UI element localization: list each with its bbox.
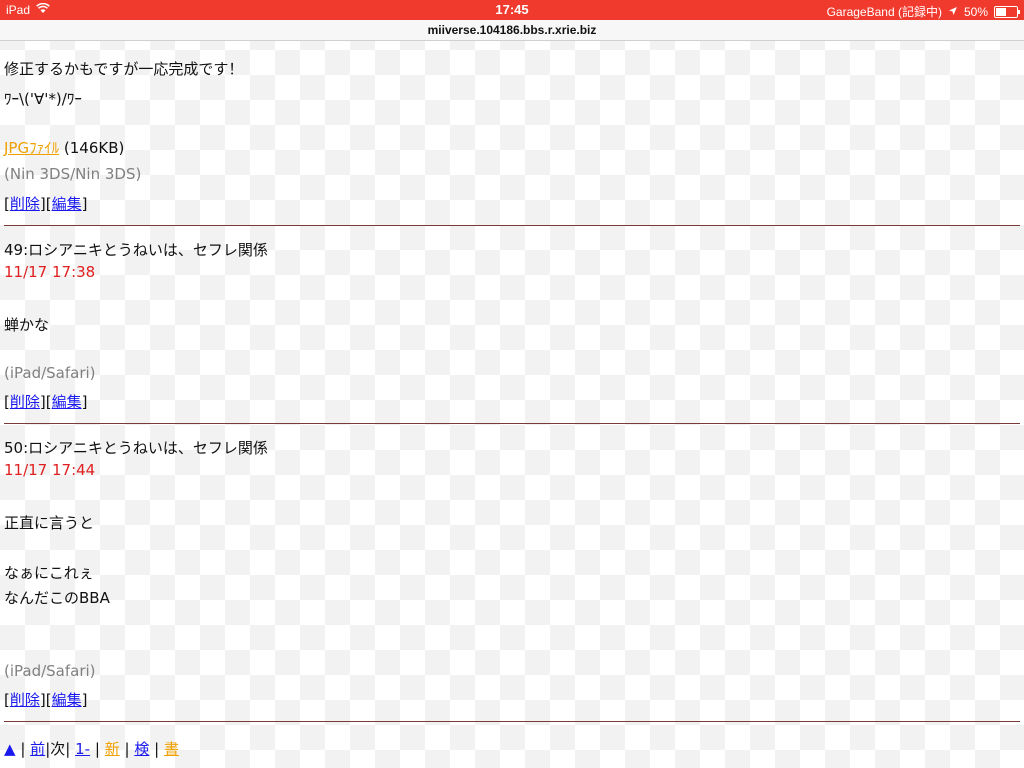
post49-device: (iPad/Safari)	[4, 364, 96, 382]
recording-app-label: GarageBand (記録中)	[826, 5, 942, 19]
post49-date: 11/17 17:38	[4, 263, 96, 281]
next-page-label: 次	[50, 740, 66, 758]
jpg-attachment-link[interactable]: JPGﾌｧｲﾙ	[4, 139, 59, 157]
thread-nav: ▲ | 前|次| 1- | 新 | 検 | 書	[4, 740, 179, 758]
prev-post-actions: [削除][編集]	[4, 195, 88, 213]
edit-link[interactable]: 編集	[52, 195, 82, 213]
post49-header: 49:ロシアニキとうねいは、セフレ関係	[4, 241, 268, 259]
prev-post-device: (Nin 3DS/Nin 3DS)	[4, 165, 142, 183]
edit-link[interactable]: 編集	[52, 393, 82, 411]
post49-actions: [削除][編集]	[4, 393, 88, 411]
battery-icon	[994, 5, 1020, 18]
post50-header: 50:ロシアニキとうねいは、セフレ関係	[4, 439, 268, 457]
new-posts-link[interactable]: 新	[105, 740, 120, 758]
prev-post-line2: ﾜｰ\('∀'*)/ﾜｰ	[4, 90, 82, 108]
edit-link[interactable]: 編集	[52, 691, 82, 709]
post50-date: 11/17 17:44	[4, 461, 96, 479]
post-divider	[4, 721, 1020, 722]
post50-actions: [削除][編集]	[4, 691, 88, 709]
post50-body-line2: なぁにこれぇ	[4, 564, 94, 582]
post50-body-line1: 正直に言うと	[4, 514, 95, 532]
prev-page-link[interactable]: 前	[30, 740, 45, 758]
post49-body: 蝉かな	[4, 316, 50, 334]
location-arrow-icon	[948, 5, 958, 19]
delete-link[interactable]: 削除	[10, 691, 40, 709]
post50-body-line3: なんだこのBBA	[4, 589, 110, 607]
search-link[interactable]: 検	[134, 740, 149, 758]
url-bar[interactable]: miiverse.104186.bbs.r.xrie.biz	[0, 20, 1024, 41]
attachment-row: JPGﾌｧｲﾙ (146KB)	[4, 137, 124, 158]
status-bar: iPad 17:45 GarageBand (記録中) 50%	[0, 0, 1024, 20]
post50-device: (iPad/Safari)	[4, 662, 96, 680]
battery-fill	[996, 7, 1006, 16]
battery-percent: 50%	[963, 4, 988, 19]
attachment-size: (146KB)	[63, 139, 125, 157]
delete-link[interactable]: 削除	[10, 393, 40, 411]
write-post-link[interactable]: 書	[164, 740, 179, 758]
status-right: GarageBand (記録中) 50%	[826, 3, 1020, 20]
scroll-top-icon[interactable]: ▲	[4, 740, 16, 758]
post-divider	[4, 225, 1020, 226]
post-divider	[4, 423, 1020, 424]
delete-link[interactable]: 削除	[10, 195, 40, 213]
first-page-link[interactable]: 1-	[75, 740, 90, 758]
prev-post-line1: 修正するかもですが一応完成です！	[4, 60, 244, 78]
